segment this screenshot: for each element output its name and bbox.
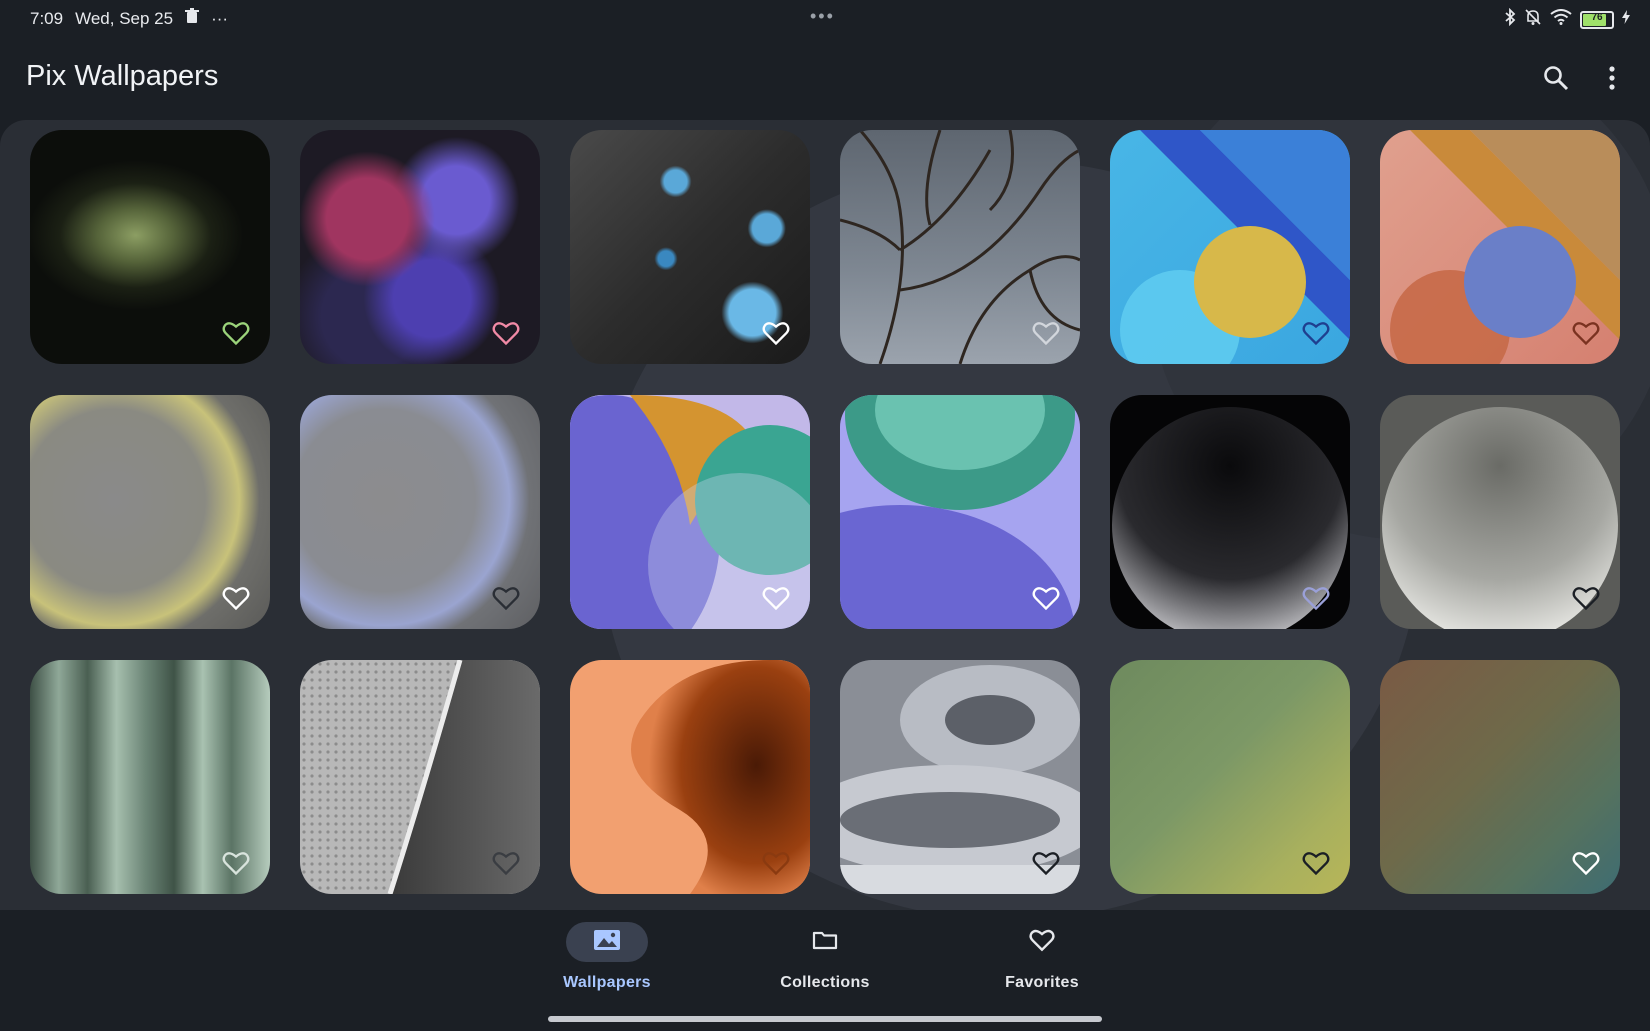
- wallpaper-tile[interactable]: [1380, 660, 1620, 894]
- favorite-heart-icon[interactable]: [762, 850, 790, 876]
- more-vert-icon: [1609, 65, 1615, 95]
- favorite-heart-icon[interactable]: [222, 850, 250, 876]
- battery-icon: 76: [1580, 10, 1614, 29]
- favorite-heart-icon[interactable]: [1572, 850, 1600, 876]
- charging-icon: [1622, 10, 1630, 29]
- favorite-heart-icon[interactable]: [1032, 850, 1060, 876]
- wallpaper-tile[interactable]: [570, 130, 810, 364]
- nav-icon-container: [1001, 922, 1083, 962]
- trash-icon: [185, 8, 200, 29]
- search-icon: [1543, 65, 1569, 96]
- wallpaper-tile[interactable]: [1380, 130, 1620, 364]
- wallpaper-panel[interactable]: [0, 120, 1650, 910]
- heart-icon: [1029, 928, 1055, 957]
- favorite-heart-icon[interactable]: [1302, 320, 1330, 346]
- wallpaper-tile[interactable]: [1110, 130, 1350, 364]
- wallpaper-tile[interactable]: [300, 395, 540, 629]
- wallpaper-tile[interactable]: [30, 130, 270, 364]
- status-time: 7:09: [30, 8, 64, 28]
- status-left: 7:09 Wed, Sep 25 ···: [30, 8, 228, 29]
- nav-icon-container: [784, 922, 866, 962]
- status-date: Wed, Sep 25: [75, 8, 174, 28]
- wallpaper-tile[interactable]: [30, 660, 270, 894]
- status-center-dots: •••: [810, 6, 835, 26]
- wallpaper-tile[interactable]: [1110, 660, 1350, 894]
- favorite-heart-icon[interactable]: [1032, 320, 1060, 346]
- favorite-heart-icon[interactable]: [1572, 585, 1600, 611]
- wallpaper-tile[interactable]: [840, 395, 1080, 629]
- status-more: ···: [211, 8, 229, 28]
- wifi-icon: [1550, 9, 1572, 30]
- wallpaper-tile[interactable]: [1380, 395, 1620, 629]
- favorite-heart-icon[interactable]: [1302, 850, 1330, 876]
- favorite-heart-icon[interactable]: [222, 320, 250, 346]
- nav-label-wallpapers: Wallpapers: [563, 974, 651, 991]
- bottom-navigation: Wallpapers Collections Favorites: [0, 910, 1650, 1031]
- favorite-heart-icon[interactable]: [762, 585, 790, 611]
- wallpaper-tile[interactable]: [840, 130, 1080, 364]
- favorite-heart-icon[interactable]: [1032, 585, 1060, 611]
- wallpaper-tile[interactable]: [570, 660, 810, 894]
- favorite-heart-icon[interactable]: [492, 585, 520, 611]
- wallpaper-tile[interactable]: [1110, 395, 1350, 629]
- nav-collections[interactable]: Collections: [745, 922, 905, 992]
- favorite-heart-icon[interactable]: [222, 585, 250, 611]
- status-right: 76: [1504, 7, 1630, 31]
- bluetooth-icon: [1504, 7, 1516, 31]
- image-icon: [593, 929, 621, 956]
- wallpaper-tile[interactable]: [840, 660, 1080, 894]
- more-options-button[interactable]: [1594, 62, 1630, 98]
- favorite-heart-icon[interactable]: [762, 320, 790, 346]
- nav-wallpapers[interactable]: Wallpapers: [527, 922, 687, 992]
- nav-active-indicator: [566, 922, 648, 962]
- wallpaper-tile[interactable]: [300, 660, 540, 894]
- battery-level: 76: [1591, 11, 1603, 23]
- favorite-heart-icon[interactable]: [492, 320, 520, 346]
- wallpaper-tile[interactable]: [570, 395, 810, 629]
- nav-label-favorites: Favorites: [1005, 974, 1079, 991]
- status-bar: 7:09 Wed, Sep 25 ··· ••• 76: [0, 0, 1650, 40]
- favorite-heart-icon[interactable]: [1302, 585, 1330, 611]
- wallpaper-tile[interactable]: [300, 130, 540, 364]
- app-title: Pix Wallpapers: [26, 60, 219, 92]
- home-indicator[interactable]: [548, 1016, 1102, 1022]
- folder-icon: [812, 929, 838, 956]
- bell-off-icon: [1524, 8, 1542, 31]
- wallpaper-tile[interactable]: [30, 395, 270, 629]
- search-button[interactable]: [1538, 62, 1574, 98]
- nav-label-collections: Collections: [780, 974, 870, 991]
- favorite-heart-icon[interactable]: [1572, 320, 1600, 346]
- nav-favorites[interactable]: Favorites: [962, 922, 1122, 992]
- favorite-heart-icon[interactable]: [492, 850, 520, 876]
